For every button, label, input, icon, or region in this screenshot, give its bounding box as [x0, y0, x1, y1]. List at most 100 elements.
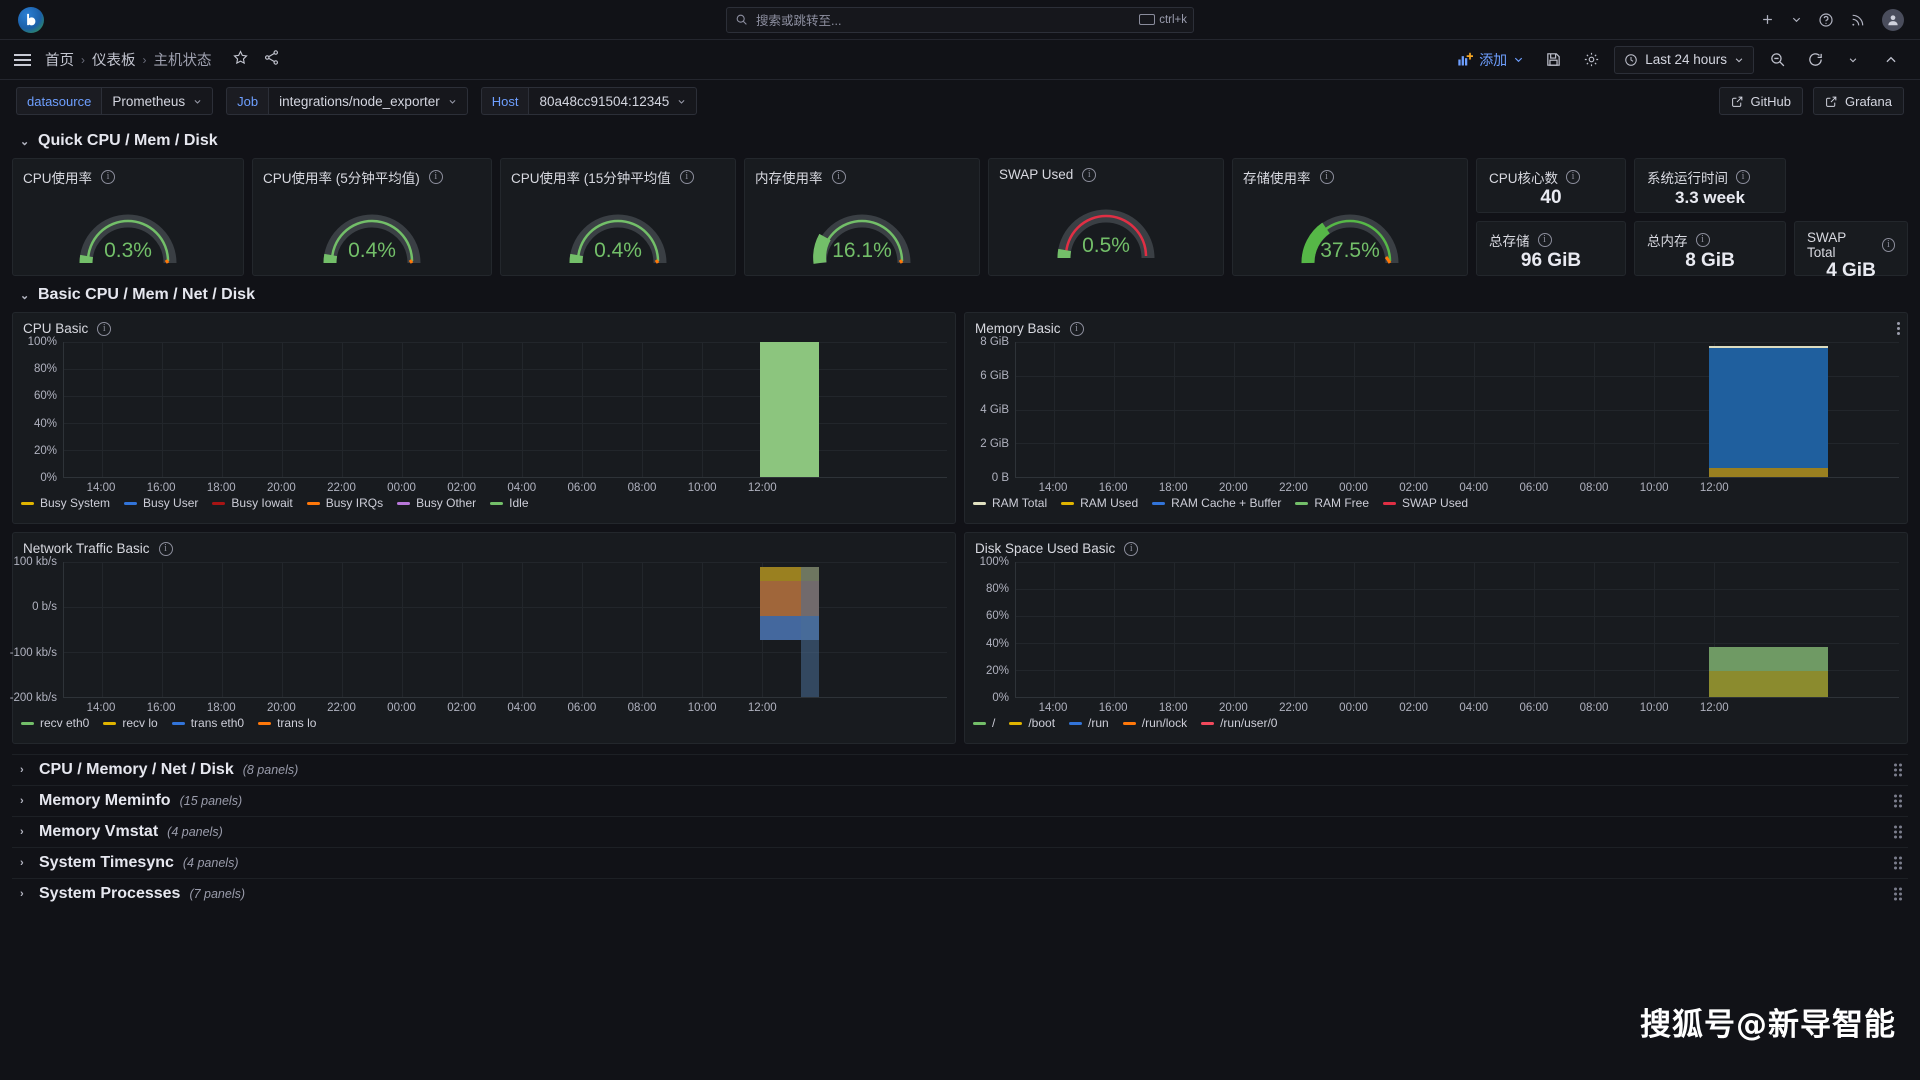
legend-item[interactable]: recv lo — [103, 716, 158, 730]
graph-disk-basic[interactable]: 100% 80% 60% 40% 20% 0% 14:00 16:00 18:0… — [965, 556, 1907, 734]
legend-item[interactable]: Busy Other — [397, 496, 476, 510]
link-grafana[interactable]: Grafana — [1813, 87, 1904, 115]
plus-icon[interactable] — [1760, 12, 1775, 27]
info-icon[interactable]: i — [1566, 170, 1581, 184]
legend-item[interactable]: SWAP Used — [1383, 496, 1468, 510]
drag-handle-icon[interactable] — [1894, 763, 1902, 777]
legend-item[interactable]: recv eth0 — [21, 716, 89, 730]
legend-item[interactable]: trans lo — [258, 716, 316, 730]
chevron-down-icon — [194, 99, 201, 104]
graph-cpu-basic[interactable]: 100% 80% 60% 40% 20% 0% 14:00 16:00 18:0… — [13, 336, 955, 514]
graph-memory-basic[interactable]: 8 GiB 6 GiB 4 GiB 2 GiB 0 B 14:00 16:00 … — [965, 336, 1907, 514]
breadcrumb-item-home[interactable]: 首页 — [45, 49, 74, 70]
y-tick: 6 GiB — [980, 370, 1009, 382]
legend-item[interactable]: Busy Iowait — [212, 496, 293, 510]
legend-item[interactable]: / — [973, 716, 995, 730]
row-header-basic[interactable]: ⌄ Basic CPU / Mem / Net / Disk — [20, 280, 1908, 310]
help-icon[interactable] — [1818, 12, 1834, 28]
add-panel-button[interactable]: 添加 — [1451, 47, 1530, 73]
info-icon[interactable]: i — [1881, 238, 1895, 252]
y-tick: 2 GiB — [980, 438, 1009, 450]
legend-item[interactable]: RAM Total — [973, 496, 1047, 510]
info-icon[interactable]: i — [1124, 541, 1139, 556]
breadcrumb-item-dashboards[interactable]: 仪表板 — [92, 49, 136, 70]
panel-menu-button[interactable] — [1894, 319, 1903, 338]
x-tick: 04:00 — [1459, 702, 1489, 714]
legend-item[interactable]: /run/lock — [1122, 716, 1187, 730]
legend-item[interactable]: RAM Cache + Buffer — [1152, 496, 1281, 510]
refresh-button[interactable] — [1800, 46, 1830, 74]
info-icon[interactable]: i — [1736, 170, 1750, 184]
share-icon[interactable] — [263, 49, 280, 70]
panel-title-text: 存储使用率 — [1243, 171, 1311, 186]
x-tick: 00:00 — [387, 482, 416, 494]
basic-graphs-row-2: Network Traffic Basic i 100 kb/s 0 b/s -… — [9, 532, 1908, 744]
drag-handle-icon[interactable] — [1894, 794, 1902, 808]
row-memory-meminfo[interactable]: › Memory Meminfo (15 panels) — [12, 785, 1908, 816]
info-icon[interactable]: i — [1082, 167, 1097, 182]
star-icon[interactable] — [232, 49, 249, 70]
row-cpu-memory-net-disk[interactable]: › CPU / Memory / Net / Disk (8 panels) — [12, 754, 1908, 785]
legend-item[interactable]: /run — [1069, 716, 1109, 730]
search-input[interactable]: 搜索或跳转至... ctrl+k — [726, 6, 1194, 33]
breadcrumb-item-current[interactable]: 主机状态 — [154, 49, 212, 70]
x-tick: 08:00 — [627, 482, 657, 494]
info-icon[interactable]: i — [1319, 170, 1334, 184]
breadcrumb-separator: › — [81, 52, 85, 67]
y-axis-cpu-basic: 100% 80% 60% 40% 20% 0% — [13, 336, 61, 484]
legend-label: Busy Iowait — [231, 496, 293, 510]
info-icon[interactable]: i — [428, 170, 443, 184]
info-icon[interactable]: i — [158, 541, 173, 556]
info-icon[interactable]: i — [831, 170, 846, 184]
stat-cpu-cores: CPU核心数 i 40 — [1476, 158, 1626, 213]
time-range-picker[interactable]: Last 24 hours — [1614, 45, 1754, 74]
legend-item[interactable]: Busy IRQs — [306, 496, 383, 510]
refresh-interval-dropdown[interactable] — [1838, 46, 1868, 74]
stat-title-total-storage: 总存储 i — [1477, 222, 1625, 250]
news-icon[interactable] — [1850, 12, 1866, 28]
info-icon[interactable]: i — [1695, 233, 1710, 247]
legend-item[interactable]: /boot — [1009, 716, 1055, 730]
avatar[interactable] — [1882, 8, 1904, 31]
variable-job-select[interactable]: integrations/node_exporter — [268, 87, 468, 115]
info-icon[interactable]: i — [101, 170, 116, 184]
info-icon[interactable]: i — [1069, 321, 1084, 336]
legend-item[interactable]: Idle — [490, 496, 529, 510]
row-system-timesync[interactable]: › System Timesync (4 panels) — [12, 847, 1908, 878]
menu-toggle-button[interactable] — [14, 53, 31, 66]
variable-host-select[interactable]: 80a48cc91504:12345 — [528, 87, 698, 115]
legend-item[interactable]: Busy User — [124, 496, 198, 510]
link-github[interactable]: GitHub — [1718, 87, 1804, 115]
graph-network-basic[interactable]: 100 kb/s 0 b/s -100 kb/s -200 kb/s 14:00… — [9, 556, 955, 734]
drag-handle-icon[interactable] — [1894, 856, 1902, 870]
row-memory-vmstat[interactable]: › Memory Vmstat (4 panels) — [12, 816, 1908, 847]
zoom-out-time-button[interactable] — [1762, 46, 1792, 74]
x-tick: 10:00 — [687, 702, 717, 714]
info-icon[interactable]: i — [679, 170, 694, 184]
info-icon[interactable]: i — [1537, 233, 1552, 247]
row-header-quick[interactable]: ⌄ Quick CPU / Mem / Disk — [20, 126, 1908, 156]
drag-handle-icon[interactable] — [1894, 887, 1902, 901]
save-dashboard-button[interactable] — [1538, 46, 1568, 74]
y-tick: 20% — [985, 664, 1009, 677]
brand-logo-icon[interactable] — [18, 6, 44, 33]
legend-item[interactable]: /run/user/0 — [1201, 716, 1277, 730]
legend-memory-basic: RAM Total RAM Used RAM Cache + Buffer RA… — [973, 496, 1899, 510]
row-system-processes[interactable]: › System Processes (7 panels) — [12, 878, 1908, 909]
drag-handle-icon[interactable] — [1894, 825, 1902, 839]
grafana-dashboard: 搜索或跳转至... ctrl+k 首页 › 仪表板 › 主机状态 添加 Last… — [0, 0, 1920, 1080]
legend-item[interactable]: Busy System — [21, 496, 110, 510]
dashboard-settings-button[interactable] — [1576, 46, 1606, 74]
legend-item[interactable]: RAM Free — [1295, 496, 1369, 510]
legend-item[interactable]: RAM Used — [1061, 496, 1138, 510]
legend-item[interactable]: trans eth0 — [171, 716, 244, 730]
y-tick: -100 kb/s — [9, 646, 57, 659]
variable-datasource-select[interactable]: Prometheus — [101, 87, 214, 115]
y-tick: 80% — [985, 583, 1009, 596]
legend-label: RAM Cache + Buffer — [1171, 496, 1282, 510]
row-title: System Timesync — [39, 854, 174, 871]
info-icon[interactable]: i — [97, 321, 112, 336]
x-tick: 12:00 — [747, 482, 777, 494]
collapse-toolbar-button[interactable] — [1876, 46, 1906, 74]
chevron-down-icon[interactable] — [1791, 14, 1802, 25]
